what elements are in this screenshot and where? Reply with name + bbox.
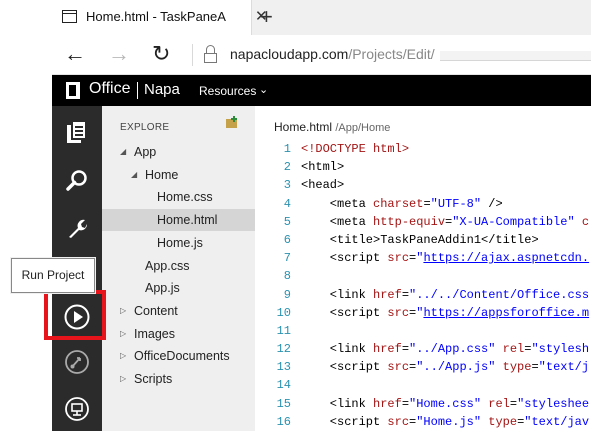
tree-item-label: App.css xyxy=(145,258,190,273)
code-line: 2 <html> xyxy=(255,158,591,176)
refresh-button[interactable]: ↻ xyxy=(152,41,170,67)
office-logo-icon[interactable] xyxy=(66,82,80,99)
tree-item-label: Home.html xyxy=(157,213,218,228)
address-bar: ← → ↻ napacloudapp.com/Projects/Edit/ xyxy=(52,35,591,75)
tree-item-label: Home.css xyxy=(157,190,213,205)
code-line: 14 xyxy=(255,376,591,394)
url-redacted xyxy=(440,51,591,61)
tree-item[interactable]: Home.css xyxy=(102,186,255,208)
expanded-arrow-icon[interactable]: ◢ xyxy=(131,164,137,186)
code-line: 13 <script src="../App.js" type="text/j xyxy=(255,358,591,376)
run-project-tooltip: Run Project xyxy=(11,258,95,293)
page-icon xyxy=(62,10,77,23)
editor-file-path: /App/Home xyxy=(335,122,391,134)
tab-title: Home.html - TaskPaneA xyxy=(86,9,226,24)
line-number: 11 xyxy=(276,323,291,338)
url-host: napacloudapp.com xyxy=(230,46,349,62)
line-number: 12 xyxy=(276,342,291,357)
tree-item[interactable]: Home.html xyxy=(102,209,255,232)
tree-item[interactable]: ◢ Home xyxy=(102,164,255,186)
wrench-icon[interactable] xyxy=(52,207,102,249)
code-line: 11 xyxy=(255,322,591,340)
code-lines[interactable]: 1 <!DOCTYPE html> 2 <html> 3 <head> 4 <meta… xyxy=(255,140,591,431)
tree-item[interactable]: ▷ Scripts xyxy=(102,368,255,390)
back-button[interactable]: ← xyxy=(64,41,86,67)
collapsed-arrow-icon[interactable]: ▷ xyxy=(120,323,126,345)
line-number: 1 xyxy=(283,142,291,156)
tree-item[interactable]: App.css xyxy=(102,255,255,277)
line-number: 7 xyxy=(283,251,291,266)
tree-item-label: OfficeDocuments xyxy=(134,349,230,364)
add-folder-icon[interactable] xyxy=(226,116,238,128)
tree-item[interactable]: Home.js xyxy=(102,232,255,254)
expanded-arrow-icon[interactable]: ◢ xyxy=(120,141,126,163)
tree-item-label: Home.js xyxy=(157,235,203,250)
code-line: 6 <title>TaskPaneAddin1</title> xyxy=(255,231,591,249)
resources-menu[interactable]: Resources xyxy=(199,84,256,98)
chevron-down-icon[interactable]: ⌄ xyxy=(259,83,268,96)
line-number: 5 xyxy=(283,214,291,229)
line-number: 2 xyxy=(283,160,291,175)
code-line: 16 <script src="Home.js" type="text/jav xyxy=(255,413,591,431)
tree-item-label: Content xyxy=(134,303,178,318)
run-project-highlight xyxy=(44,290,106,340)
code-line: 10 <script src="https://appsforoffice.m xyxy=(255,304,591,322)
office-header: Office Napa Resources ⌄ xyxy=(52,75,591,106)
napa-label[interactable]: Napa xyxy=(144,81,180,98)
code-line: 9 <link href="../../Content/Office.css xyxy=(255,286,591,304)
tree-item-label: Home xyxy=(145,167,179,182)
line-number: 14 xyxy=(276,378,291,393)
separator xyxy=(192,44,193,66)
line-number: 4 xyxy=(283,196,291,211)
code-line: 3 <head> xyxy=(255,176,591,194)
editor-breadcrumb: Home.html /App/Home xyxy=(274,120,390,134)
lock-icon[interactable] xyxy=(204,45,217,64)
code-line: 4 <meta charset="UTF-8" /> xyxy=(255,195,591,213)
forward-button[interactable]: → xyxy=(108,41,130,67)
tree-item-label: App.js xyxy=(145,281,180,296)
tree-item[interactable]: App.js xyxy=(102,277,255,299)
tree-item-label: App xyxy=(134,145,157,159)
tree-item-label: Scripts xyxy=(134,372,173,386)
collapsed-arrow-icon[interactable]: ▷ xyxy=(120,368,126,390)
collapsed-arrow-icon[interactable]: ▷ xyxy=(120,300,126,322)
tree-item-label: Images xyxy=(134,326,175,341)
line-number: 9 xyxy=(283,287,291,302)
code-editor[interactable]: Home.html /App/Home 1 <!DOCTYPE html> 2 <h… xyxy=(255,106,591,431)
line-number: 16 xyxy=(276,414,291,429)
line-number: 8 xyxy=(283,269,291,284)
deploy-icon[interactable] xyxy=(52,388,102,430)
explorer-title: EXPLORE xyxy=(120,122,170,133)
line-number: 3 xyxy=(283,178,291,193)
line-number: 6 xyxy=(283,232,291,247)
line-number: 10 xyxy=(276,305,291,320)
window-margin xyxy=(0,0,52,431)
url-field[interactable]: napacloudapp.com/Projects/Edit/ xyxy=(230,46,435,62)
browser-tab[interactable]: Home.html - TaskPaneA ✕ xyxy=(52,0,268,35)
tree-item[interactable]: ▷ Content xyxy=(102,300,255,322)
collapsed-arrow-icon[interactable]: ▷ xyxy=(120,345,126,367)
tree-item[interactable]: ▷ OfficeDocuments xyxy=(102,345,255,367)
code-line: 12 <link href="../App.css" rel="stylesh xyxy=(255,340,591,358)
search-icon[interactable] xyxy=(52,160,102,202)
editor-file-name: Home.html xyxy=(274,120,333,134)
office-name[interactable]: Office xyxy=(89,80,131,98)
url-path: /Projects/Edit/ xyxy=(348,46,435,62)
explorer-icon[interactable] xyxy=(52,111,102,153)
publish-icon[interactable] xyxy=(52,341,102,383)
new-tab-button[interactable]: + xyxy=(260,4,273,30)
line-number: 13 xyxy=(276,360,291,375)
code-line: 5 <meta http-equiv="X-UA-Compatible" c xyxy=(255,213,591,231)
tree-item[interactable]: ◢ App xyxy=(102,141,255,163)
code-line: 15 <link href="Home.css" rel="styleshee xyxy=(255,395,591,413)
explorer-panel: EXPLORE ◢ App ◢ Home Home.css Home.html Home.j… xyxy=(102,106,255,431)
divider xyxy=(137,82,138,99)
code-line: 8 xyxy=(255,267,591,285)
code-line: 1 <!DOCTYPE html> xyxy=(255,140,591,158)
tree-item[interactable]: ▷ Images xyxy=(102,323,255,345)
line-number: 15 xyxy=(276,396,291,411)
code-line: 7 <script src="https://ajax.aspnetcdn. xyxy=(255,249,591,267)
